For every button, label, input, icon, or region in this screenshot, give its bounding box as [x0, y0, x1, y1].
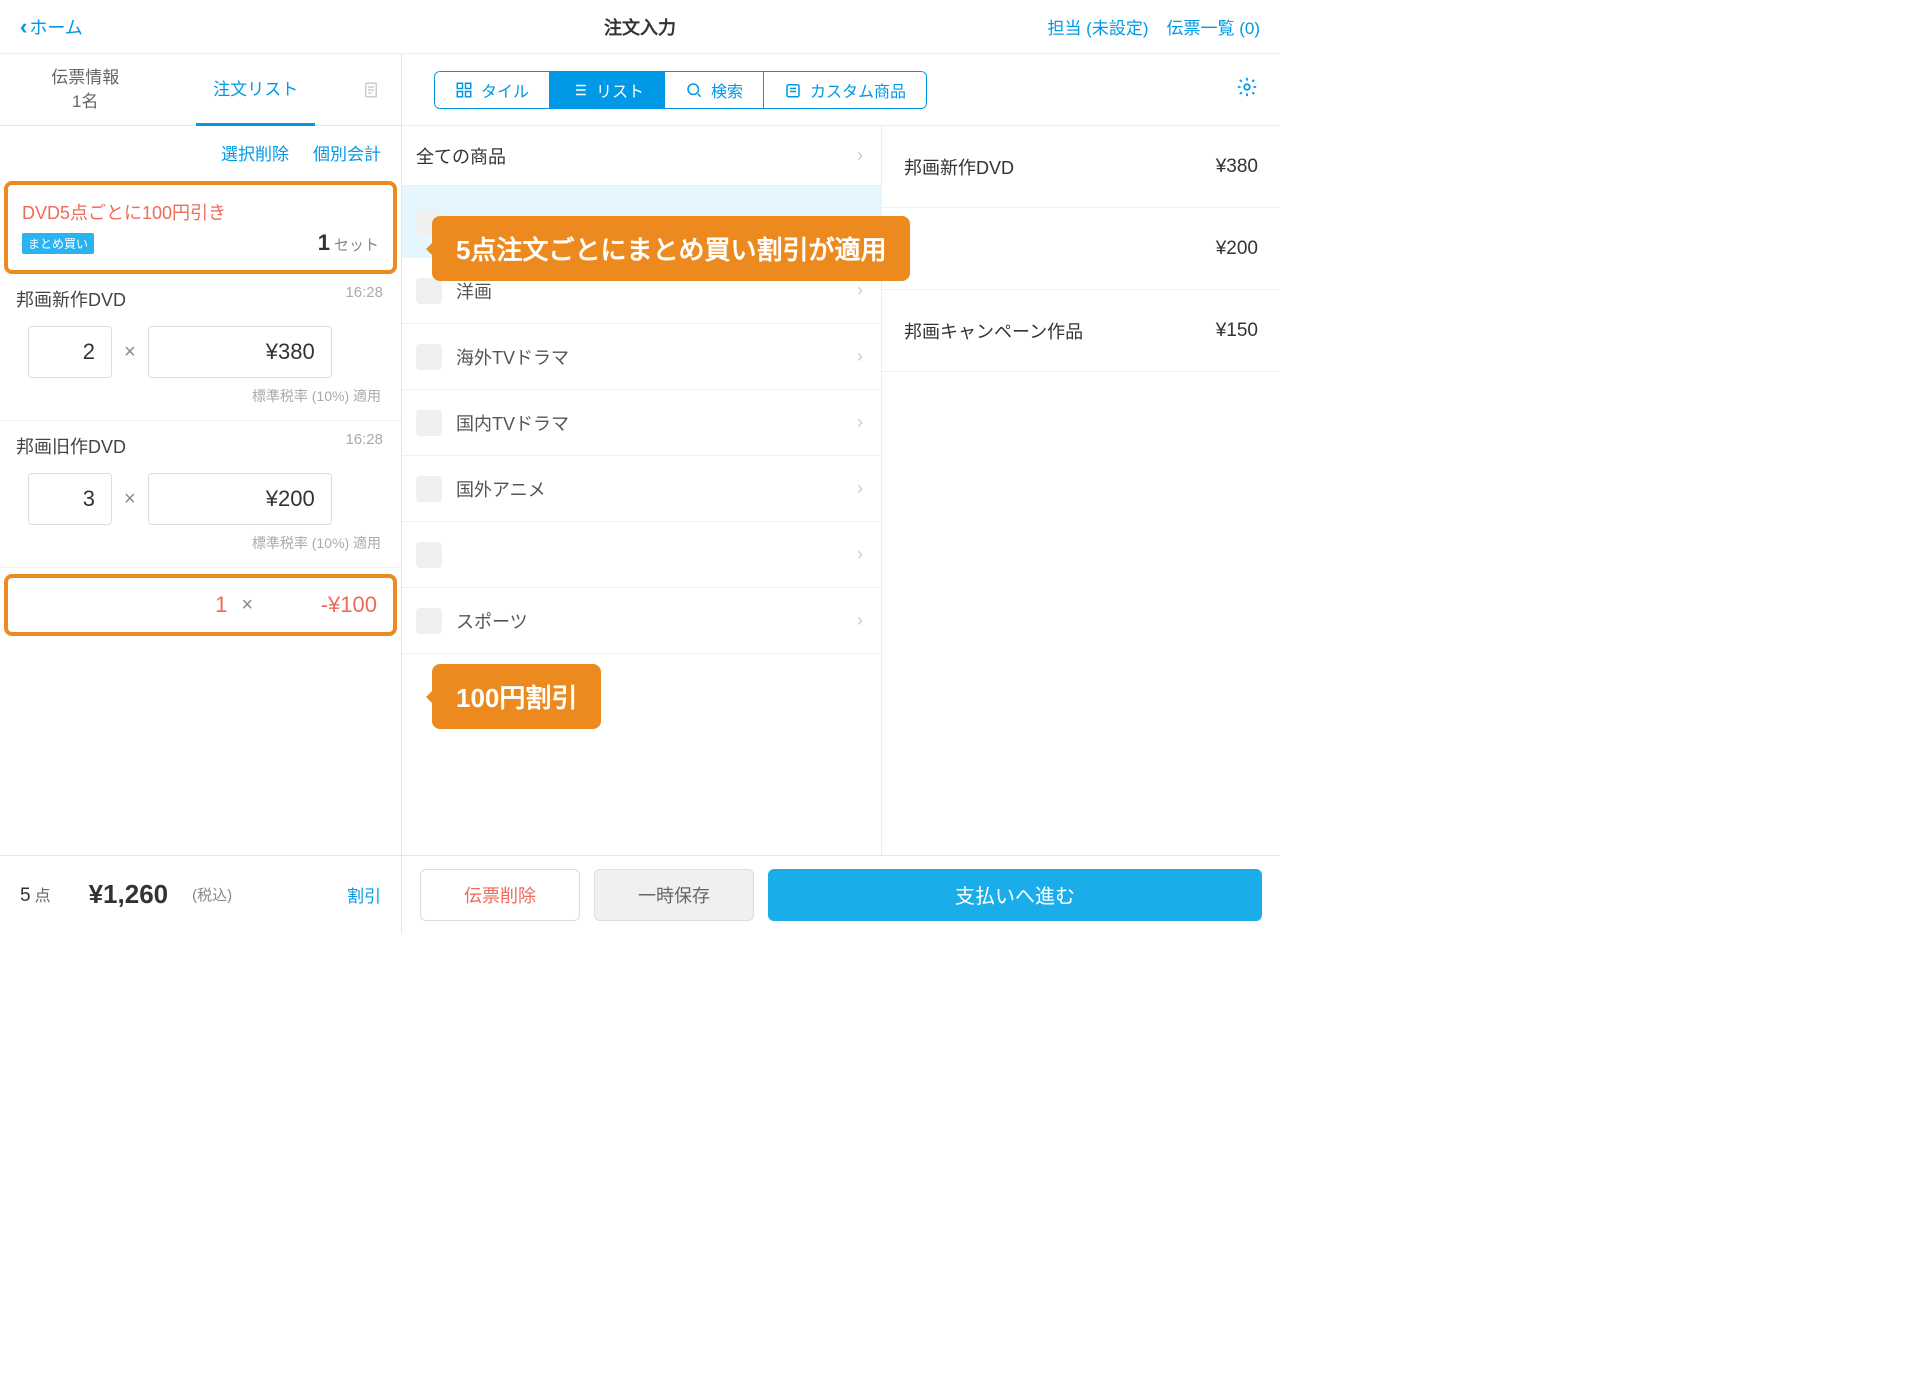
item-name: 邦画新作DVD — [16, 286, 385, 312]
total-qty: 5点 — [20, 882, 51, 907]
category-row[interactable]: 国内TVドラマ › — [402, 390, 881, 456]
category-row[interactable]: 海外TVドラマ › — [402, 324, 881, 390]
tax-note: 標準税率 (10%) 適用 — [16, 386, 385, 406]
discount-button[interactable]: 割引 — [347, 882, 381, 907]
item-name: 邦画旧作DVD — [16, 433, 385, 459]
discount-amount: -¥100 — [267, 592, 377, 618]
chevron-right-icon: › — [857, 610, 863, 631]
qty-input[interactable]: 2 — [28, 326, 112, 378]
product-name: 邦画新作DVD — [904, 154, 1014, 180]
mode-search-button[interactable]: 検索 — [665, 72, 764, 108]
discount-qty: 1 — [215, 592, 227, 618]
chevron-left-icon: ‹ — [20, 14, 27, 40]
product-row[interactable]: 邦画キャンペーン作品 ¥150 — [882, 290, 1280, 372]
chevron-right-icon: › — [857, 412, 863, 433]
category-checkbox[interactable] — [416, 608, 442, 634]
mode-tile-button[interactable]: タイル — [435, 72, 550, 108]
slips-link[interactable]: 伝票一覧 (0) — [1167, 14, 1261, 39]
category-checkbox[interactable] — [416, 344, 442, 370]
receipt-icon[interactable] — [341, 54, 401, 125]
multiply-icon: × — [124, 341, 136, 364]
tab-slip-info[interactable]: 伝票情報 1名 — [0, 54, 171, 125]
save-draft-button[interactable]: 一時保存 — [594, 869, 754, 921]
discount-title: DVD5点ごとに100円引き — [22, 199, 379, 225]
order-item[interactable]: 16:28 邦画旧作DVD 3 × ¥200 標準税率 (10%) 適用 — [0, 421, 401, 568]
delete-slip-button[interactable]: 伝票削除 — [420, 869, 580, 921]
tab-order-list[interactable]: 注文リスト — [171, 54, 342, 125]
staff-link[interactable]: 担当 (未設定) — [1047, 14, 1148, 39]
chevron-right-icon: › — [857, 544, 863, 565]
category-checkbox[interactable] — [416, 476, 442, 502]
price-input[interactable]: ¥200 — [148, 473, 332, 525]
product-name: 邦画キャンペーン作品 — [904, 318, 1083, 344]
settings-icon[interactable] — [1236, 76, 1258, 103]
order-item[interactable]: 16:28 邦画新作DVD 2 × ¥380 標準税率 (10%) 適用 — [0, 274, 401, 421]
item-time: 16:28 — [345, 284, 383, 301]
set-qty: 1 — [318, 230, 330, 256]
category-row[interactable]: › — [402, 522, 881, 588]
category-row[interactable]: 国外アニメ › — [402, 456, 881, 522]
product-price: ¥150 — [1216, 320, 1258, 342]
select-delete-button[interactable]: 選択削除 — [221, 140, 289, 165]
multiply-icon: × — [124, 488, 136, 511]
category-row[interactable]: スポーツ › — [402, 588, 881, 654]
callout-annotation: 100円割引 — [432, 664, 601, 729]
multiply-icon: × — [241, 594, 253, 617]
price-input[interactable]: ¥380 — [148, 326, 332, 378]
chevron-right-icon: › — [857, 145, 863, 166]
chevron-right-icon: › — [857, 280, 863, 301]
product-row[interactable]: ¥200 — [882, 208, 1280, 290]
back-label: ホーム — [29, 14, 82, 40]
item-time: 16:28 — [345, 431, 383, 448]
set-unit: セット — [334, 234, 379, 255]
product-row[interactable]: 邦画新作DVD ¥380 — [882, 126, 1280, 208]
category-checkbox[interactable] — [416, 410, 442, 436]
category-checkbox[interactable] — [416, 278, 442, 304]
chevron-right-icon: › — [857, 346, 863, 367]
proceed-payment-button[interactable]: 支払いへ進む — [768, 869, 1262, 921]
callout-annotation: 5点注文ごとにまとめ買い割引が適用 — [432, 216, 910, 281]
tax-note: 標準税率 (10%) 適用 — [16, 533, 385, 553]
category-all[interactable]: 全ての商品 › — [402, 126, 881, 186]
tax-included-label: (税込) — [192, 884, 232, 905]
page-title: 注文入力 — [604, 14, 676, 40]
category-checkbox[interactable] — [416, 542, 442, 568]
bundle-badge: まとめ買い — [22, 233, 94, 254]
bundle-discount-card[interactable]: DVD5点ごとに100円引き まとめ買い 1 セット — [4, 181, 397, 274]
mode-custom-button[interactable]: カスタム商品 — [764, 72, 926, 108]
total-price: ¥1,260 — [89, 879, 169, 910]
chevron-right-icon: › — [857, 478, 863, 499]
mode-list-button[interactable]: リスト — [550, 72, 665, 108]
discount-line[interactable]: 1 × -¥100 — [4, 574, 397, 636]
product-price: ¥380 — [1216, 156, 1258, 178]
back-button[interactable]: ‹ ホーム — [20, 14, 83, 40]
qty-input[interactable]: 3 — [28, 473, 112, 525]
split-bill-button[interactable]: 個別会計 — [313, 140, 381, 165]
product-price: ¥200 — [1216, 238, 1258, 260]
